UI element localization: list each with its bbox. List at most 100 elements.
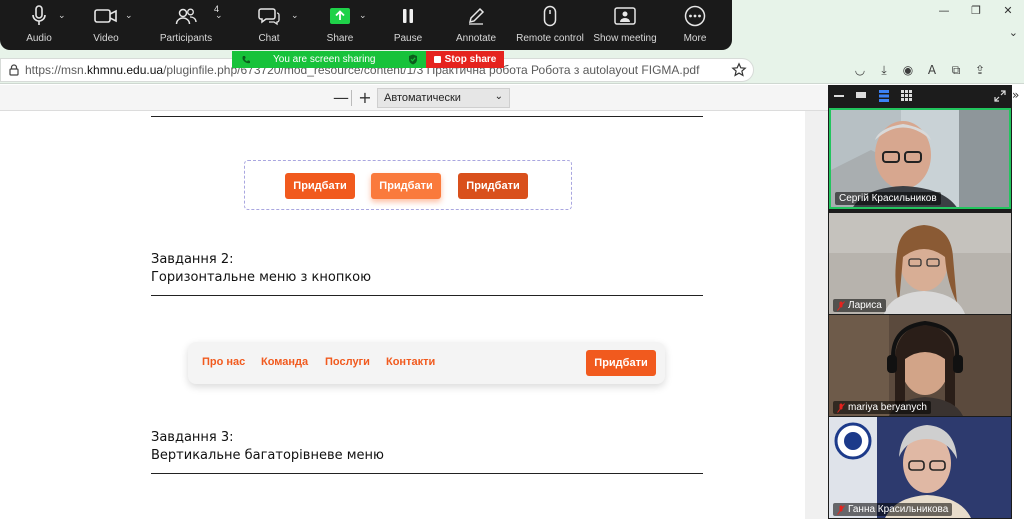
account-icon[interactable]: ◉ (900, 62, 916, 78)
zoom-in-button[interactable]: + (357, 89, 373, 107)
toolbar-divider (351, 90, 352, 106)
pdf-toolbar: — + Автоматически ⌄ (0, 85, 828, 111)
minimize-icon[interactable]: — (928, 0, 960, 20)
participant-name-tag: mariya beryanych (833, 401, 931, 414)
pause-label: Pause (393, 33, 423, 44)
lock-icon (9, 64, 19, 76)
share-screen-icon (330, 8, 350, 24)
pdf-page: Придбати Придбати Придбати Завдання 2: Г… (0, 111, 805, 519)
pdf-viewport[interactable]: Придбати Придбати Придбати Завдання 2: Г… (0, 111, 828, 519)
mouse-icon (543, 5, 557, 27)
show-meeting-icon (614, 7, 636, 25)
remote-control-button[interactable]: Remote control (515, 0, 585, 50)
annotate-label: Annotate (455, 33, 497, 44)
participants-options-chevron-icon[interactable]: ⌄ (215, 11, 223, 21)
participant-name: Сергій Красильников (839, 193, 937, 204)
single-view-icon[interactable] (856, 90, 866, 98)
show-meeting-button[interactable]: Show meeting (592, 0, 658, 50)
chat-button[interactable]: Chat (254, 0, 284, 50)
microphone-icon (32, 5, 46, 25)
video-tile[interactable]: mariya beryanych (829, 315, 1011, 416)
divider-line (151, 295, 703, 296)
participant-name-tag: Сергій Красильников (835, 192, 941, 205)
browser-toolbar-icons: ◡ ⤓ ◉ A ⧉ ⇪ (852, 62, 988, 78)
horizontal-menu-demo: Про нас Команда Послуги Контакти Придбат… (188, 342, 665, 384)
zoom-level-value: Автоматически (384, 92, 461, 104)
panel-collapse-icon[interactable]: » (1012, 88, 1019, 102)
participant-name-tag: Ганна Красильникова (833, 503, 953, 516)
participant-name-tag: Лариса (833, 299, 886, 312)
menu-link-team: Команда (261, 356, 309, 368)
shield-icon (409, 54, 417, 65)
video-options-chevron-icon[interactable]: ⌄ (125, 11, 133, 21)
gallery-view-icon[interactable] (901, 90, 912, 101)
zoom-level-select[interactable]: Автоматически ⌄ (377, 88, 510, 108)
chat-label: Chat (258, 33, 280, 44)
remote-control-label: Remote control (516, 33, 584, 44)
meeting-controls-toolbar: Audio ⌄ Video ⌄ 4 Participants ⌄ Chat ⌄ … (0, 0, 732, 50)
menu-link-contacts: Контакти (386, 356, 436, 368)
phone-icon (242, 55, 250, 63)
share-icon[interactable]: ⇪ (972, 62, 988, 78)
share-button[interactable]: Share (325, 0, 355, 50)
divider-line (151, 473, 703, 474)
annotate-button[interactable]: Annotate (455, 0, 497, 50)
close-icon[interactable]: ✕ (992, 0, 1024, 20)
task2-subtitle: Горизонтальне меню з кнопкою (151, 270, 372, 285)
translate-icon[interactable]: A (924, 62, 940, 78)
participants-label: Participants (159, 33, 213, 44)
stop-share-button[interactable]: Stop share (426, 51, 504, 68)
video-camera-icon (94, 9, 117, 23)
muted-microphone-icon (837, 300, 845, 311)
task3-subtitle: Вертикальне багаторівневе меню (151, 448, 384, 463)
task2-title: Завдання 2: (151, 252, 234, 267)
video-label: Video (93, 33, 119, 44)
more-dots-icon (684, 5, 706, 27)
more-button[interactable]: More (680, 0, 710, 50)
demo-buy-button-pressed: Придбати (458, 173, 528, 199)
zoom-out-button[interactable]: — (333, 89, 349, 107)
audio-options-chevron-icon[interactable]: ⌄ (58, 11, 66, 21)
chat-icon (258, 8, 280, 26)
share-options-chevron-icon[interactable]: ⌄ (359, 11, 367, 21)
stop-icon (433, 56, 441, 63)
chat-options-chevron-icon[interactable]: ⌄ (291, 11, 299, 21)
muted-microphone-icon (837, 504, 845, 515)
participants-button[interactable]: 4 Participants (157, 0, 219, 50)
participants-icon (175, 8, 197, 25)
extensions-icon[interactable]: ⧉ (948, 62, 964, 78)
muted-microphone-icon (837, 402, 845, 413)
minimize-panel-icon[interactable] (834, 95, 844, 98)
chevron-down-icon[interactable]: ⌄ (1009, 26, 1018, 39)
download-icon[interactable]: ⤓ (876, 62, 892, 78)
participant-name: mariya beryanych (848, 402, 927, 413)
chevron-down-icon: ⌄ (494, 91, 503, 102)
video-tile-active-speaker[interactable]: Сергій Красильников (829, 108, 1011, 209)
stop-share-label: Stop share (444, 54, 497, 65)
menu-buy-button: Придбати (586, 350, 656, 376)
restore-icon[interactable]: ❐ (960, 0, 992, 20)
pause-share-button[interactable]: Pause (392, 0, 424, 50)
participant-name: Ганна Красильникова (848, 504, 949, 515)
expand-icon[interactable] (994, 90, 1006, 102)
video-button[interactable]: Video (86, 0, 126, 50)
bookmark-star-icon[interactable] (731, 62, 747, 78)
demo-buy-button-hover: Придбати (371, 173, 441, 199)
video-panel-header (828, 85, 1012, 107)
share-label: Share (326, 33, 354, 44)
address-bar-row: https://msn.khmnu.edu.ua/pluginfile.php/… (0, 56, 1024, 84)
demo-buy-button-default: Придбати (285, 173, 355, 199)
video-tile[interactable]: Лариса (829, 213, 1011, 314)
pause-icon (403, 9, 413, 23)
more-label: More (683, 33, 707, 44)
divider-line (151, 116, 703, 117)
audio-label: Audio (26, 33, 52, 44)
menu-link-services: Послуги (325, 356, 370, 368)
speaker-view-icon[interactable] (879, 90, 889, 102)
menu-link-about: Про нас (202, 356, 246, 368)
video-tile[interactable]: Ганна Красильникова (829, 417, 1011, 518)
sharing-status-text: You are screen sharing (273, 54, 376, 65)
audio-button[interactable]: Audio (22, 0, 56, 50)
screen-sharing-banner[interactable]: You are screen sharing (232, 51, 426, 68)
pocket-icon[interactable]: ◡ (852, 62, 868, 78)
